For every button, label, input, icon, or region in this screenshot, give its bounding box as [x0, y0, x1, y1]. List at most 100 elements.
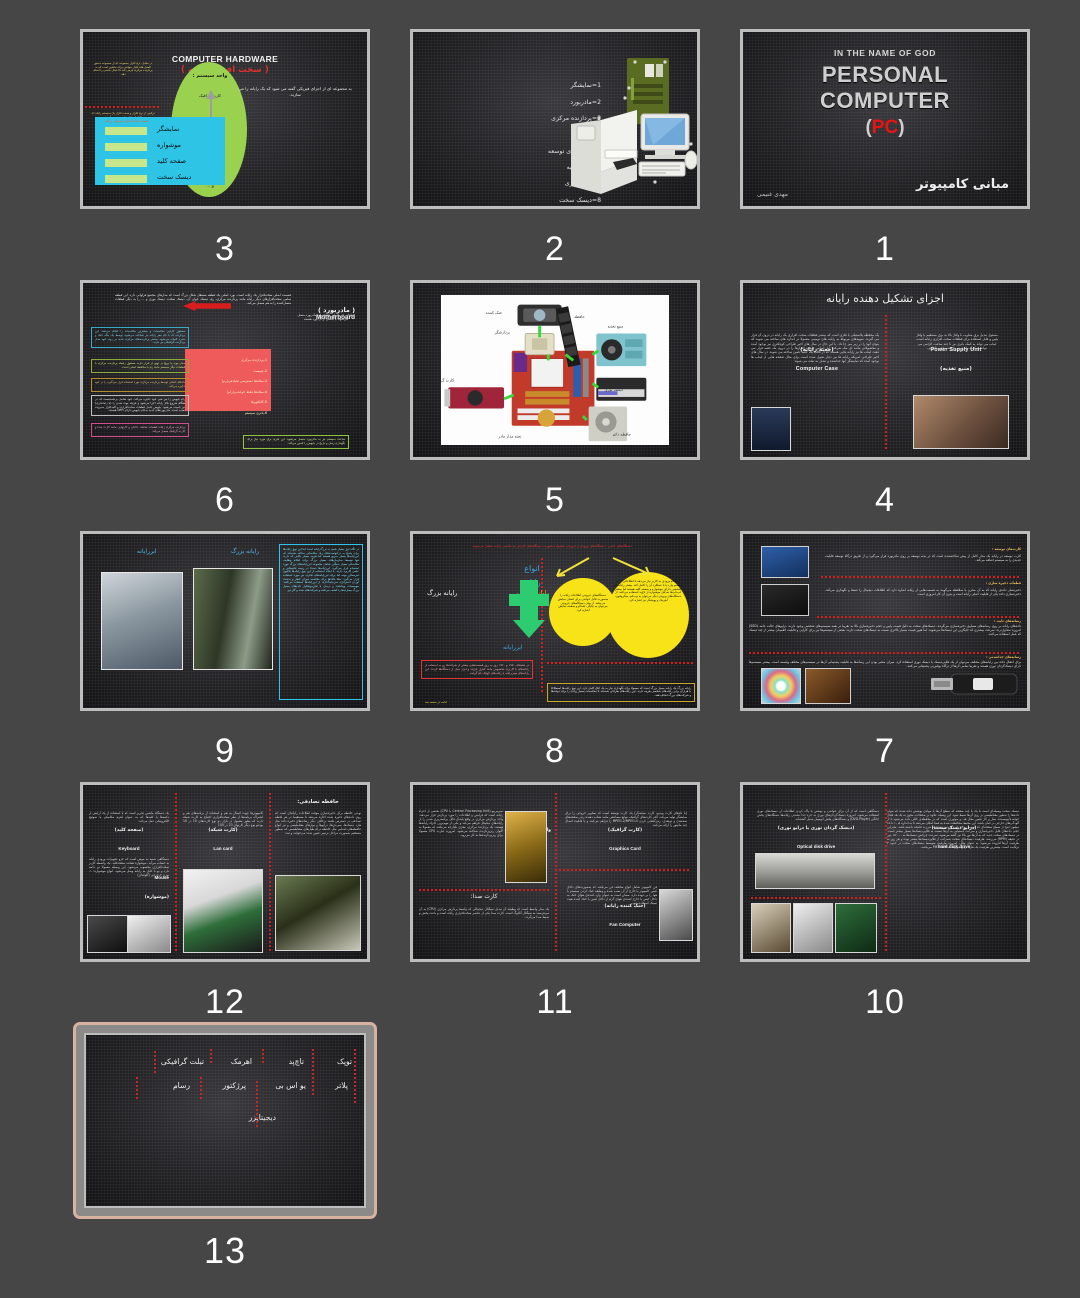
slide-frame-10[interactable]: (درایو دیسک سخت) hard disk drive دیسک سخ…	[729, 771, 1041, 973]
slide-thumbnail-2[interactable]: 1=نمایشگر 2=مادربورد 3=پردازنده مرکزی 4=…	[410, 29, 700, 209]
slide-cell-3[interactable]: COMPUTER HARDWARE ( سخت افزار رایانه ) و…	[60, 18, 390, 269]
slide-cell-12[interactable]: حافظه تصادفی: نوعی حافظه برای ذخیره‌سازی…	[60, 771, 390, 1022]
slide-cell-8[interactable]: دستگاه‌های جانبی : دستگاه‌های ورودی و خر…	[390, 520, 720, 771]
svg-text:حافظه دائم: حافظه دائم	[613, 431, 632, 436]
term-toopak: توپک	[337, 1057, 352, 1066]
slide-frame-9[interactable]: ابررایانه رایانه بزرگ در نگاه اول بسیار …	[69, 520, 381, 722]
term-projector: پرژکتور	[222, 1081, 246, 1090]
deck-subtitle-fa: مبانی کامپیوتر	[915, 176, 1009, 192]
slide-thumbnail-5[interactable]: خنک کننده حافظه پردازشگر منبع تغذیه کارت…	[410, 280, 700, 460]
hardware-definition-bullet: به مجموعه ای از اجزای فیزیکی گفته می شود…	[235, 80, 355, 98]
tick-mark-3	[262, 1049, 264, 1063]
author-name-fa: مهدی غنیمی	[757, 190, 788, 198]
tick-mark-7	[154, 1051, 156, 1073]
soundcard-body: یک مدار واسط است که وظیفه آن تبدیل سیگنا…	[419, 907, 550, 920]
slide-thumbnail-1[interactable]: IN THE NAME OF GOD PERSONAL COMPUTER (PC…	[740, 29, 1030, 209]
svg-text:پردازشگر: پردازشگر	[494, 329, 510, 334]
psu-body: مسئول تبدیل برق متناوب با ولتاژ بالا به …	[915, 333, 999, 351]
slide-thumbnail-8[interactable]: دستگاه‌های جانبی : دستگاه‌های ورودی و خر…	[410, 531, 700, 711]
slide-cell-13[interactable]: توپک تاچ‌پد اهرمک تبلت گرافیکی پلاتر یو …	[60, 1022, 390, 1273]
slide-frame-6[interactable]: ( مادربورد ) Motherboard قطعاتی که به طو…	[69, 269, 381, 471]
fan-body: فن کامپیوتر شامل انواع مختلف فن می‌باشد …	[567, 885, 657, 906]
heading-computer: COMPUTER	[820, 88, 950, 113]
section-label-expansion: کارت‌های توسعه :	[992, 547, 1021, 551]
case-heading-en: Computer Case	[795, 365, 839, 372]
ram-body: نوعی حافظه برای ذخیره‌سازی موقت اطلاعات …	[275, 811, 361, 836]
slide-frame-7[interactable]: کارت‌های توسعه : کارت توسعه در رایانه یک…	[729, 520, 1041, 722]
slide-cell-5[interactable]: خنک کننده حافظه پردازشگر منبع تغذیه کارت…	[390, 269, 720, 520]
slide-frame-8[interactable]: دستگاه‌های جانبی : دستگاه‌های ورودی و خر…	[399, 520, 711, 722]
mainframe-note-box: رایانه بزرگ یک رایانه بسیار بزرگ است که …	[547, 682, 695, 702]
odd-heading: (دیسک گردان نوری یا درایو نوری) Optical …	[751, 797, 881, 854]
slide-frame-1[interactable]: IN THE NAME OF GOD PERSONAL COMPUTER (PC…	[729, 18, 1041, 220]
slide-cell-7[interactable]: کارت‌های توسعه : کارت توسعه در رایانه یک…	[720, 520, 1050, 771]
slide-frame-5[interactable]: خنک کننده حافظه پردازشگر منبع تغذیه کارت…	[399, 269, 711, 471]
in-the-name-of-god-text: IN THE NAME OF GOD	[834, 48, 936, 58]
keyboard-photo	[87, 915, 129, 953]
mainframe-photo	[193, 568, 273, 670]
ram-heading: حافظه تصادفی:	[297, 799, 339, 805]
slide-frame-11[interactable]: (کارت گرافیک) Graphics Card (با نام‌های …	[399, 771, 711, 973]
hdd-label-photo	[793, 903, 833, 953]
grid-spacer-b	[390, 1022, 720, 1273]
box-item-harddisk: دیسک سخت	[157, 173, 192, 181]
soundcard-heading: کارت صدا:	[470, 893, 498, 900]
section-body-expansion: کارت توسعه در رایانه یک مدار کامل از پیش…	[825, 554, 1021, 563]
term-touchpad: تاچ‌پد	[288, 1057, 304, 1066]
list-item: 3-سلافظ دسترسی تصادفی(رم)	[221, 379, 267, 384]
green-cross-arrow-icon	[509, 580, 549, 638]
optical-drive-photo	[755, 853, 875, 889]
slide-thumbnail-4[interactable]: اجزای تشکیل دهنده رایانه Power Supply Un…	[740, 280, 1030, 460]
slide-background-texture	[86, 1035, 364, 1206]
slide-frame-4[interactable]: اجزای تشکیل دهنده رایانه Power Supply Un…	[729, 269, 1041, 471]
slide-frame-13[interactable]: توپک تاچ‌پد اهرمک تبلت گرافیکی پلاتر یو …	[73, 1022, 377, 1219]
tick-mark-1	[354, 1049, 356, 1103]
section-body-storage: ذخیره‌ساز داده‌ی رایانه که به آن مخزن یا…	[825, 588, 1021, 597]
hdd-internal-photo	[751, 903, 791, 953]
list-item: 6-باتری سیستم	[244, 410, 267, 415]
slide-thumbnail-13[interactable]: توپک تاچ‌پد اهرمک تبلت گرافیکی پلاتر یو …	[84, 1033, 366, 1208]
case-body: یک محفظه پلاستیکی یا فلزی است که بیشتر ق…	[751, 333, 879, 364]
slide-thumbnail-10[interactable]: (درایو دیسک سخت) hard disk drive دیسک سخ…	[740, 782, 1030, 962]
slide-frame-3[interactable]: COMPUTER HARDWARE ( سخت افزار رایانه ) و…	[69, 18, 381, 220]
slide-number-6: 6	[215, 481, 235, 519]
slide-cell-1[interactable]: IN THE NAME OF GOD PERSONAL COMPUTER (PC…	[720, 18, 1050, 269]
svg-text:کارت گرافیک: کارت گرافیک	[441, 378, 454, 383]
slide-cell-6[interactable]: ( مادربورد ) Motherboard قطعاتی که به طو…	[60, 269, 390, 520]
gpu-heading: (کارت گرافیک) Graphics Card	[561, 799, 689, 856]
left-note-1: در مقابل، نرم افزار مجموعه ای از مجموعه …	[93, 61, 153, 76]
slide-thumbnail-7[interactable]: کارت‌های توسعه : کارت توسعه در رایانه یک…	[740, 531, 1030, 711]
slide-cell-10[interactable]: (درایو دیسک سخت) hard disk drive دیسک سخ…	[720, 771, 1050, 1022]
slide-thumbnail-3[interactable]: COMPUTER HARDWARE ( سخت افزار رایانه ) و…	[80, 29, 370, 209]
slide-thumbnail-6[interactable]: ( مادربورد ) Motherboard قطعاتی که به طو…	[80, 280, 370, 460]
slide-title: اجزای تشکیل دهنده رایانه	[826, 292, 944, 305]
lan-card-photo	[183, 869, 263, 953]
svg-text:تخته مدار مادر: تخته مدار مادر	[497, 433, 521, 438]
slide-thumbnail-12[interactable]: حافظه تصادفی: نوعی حافظه برای ذخیره‌سازی…	[80, 782, 370, 962]
info-box-chipset: مدار بورد یا پریچ در تهور از قرار دارند …	[91, 359, 189, 373]
label-large-computer: رایانه بزرگ	[427, 589, 458, 597]
psu-heading-fa: (منبع تغذیه)	[939, 365, 973, 372]
cpu-die-photo	[505, 811, 547, 883]
slide-thumbnail-11[interactable]: (کارت گرافیک) Graphics Card (با نام‌های …	[410, 782, 700, 962]
section-label-storage: قطعات ذخیره سازی :	[985, 581, 1021, 585]
ram-module-photo	[275, 875, 361, 951]
slide-frame-12[interactable]: حافظه تصادفی: نوعی حافظه برای ذخیره‌سازی…	[69, 771, 381, 973]
slide-cell-4[interactable]: اجزای تشکیل دهنده رایانه Power Supply Un…	[720, 269, 1050, 520]
term-plotter: پلاتر	[335, 1081, 348, 1090]
slide-sorter-grid[interactable]: IN THE NAME OF GOD PERSONAL COMPUTER (PC…	[0, 0, 1080, 1283]
peripherals-header: دستگاه‌های جانبی : دستگاه‌های ورودی و خر…	[472, 544, 632, 548]
slide-cell-2[interactable]: 1=نمایشگر 2=مادربورد 3=پردازنده مرکزی 4=…	[390, 18, 720, 269]
slide-cell-9[interactable]: ابررایانه رایانه بزرگ در نگاه اول بسیار …	[60, 520, 390, 771]
slide-number-8: 8	[545, 732, 565, 770]
svg-text:منبع تغذیه: منبع تغذیه	[608, 324, 624, 329]
slide-cell-11[interactable]: (کارت گرافیک) Graphics Card (با نام‌های …	[390, 771, 720, 1022]
slide-number-7: 7	[875, 732, 895, 770]
slide-thumbnail-9[interactable]: ابررایانه رایانه بزرگ در نگاه اول بسیار …	[80, 531, 370, 711]
slide-frame-2[interactable]: 1=نمایشگر 2=مادربورد 3=پردازنده مرکزی 4=…	[399, 18, 711, 220]
term-joystick: اهرمک	[230, 1057, 252, 1066]
column-divider-1	[269, 793, 271, 951]
cd-disc-photo	[761, 668, 801, 704]
side-note: قطعاتی که به طور مستقیم به مادربورد متصل…	[297, 313, 355, 322]
slide-number-5: 5	[545, 481, 565, 519]
